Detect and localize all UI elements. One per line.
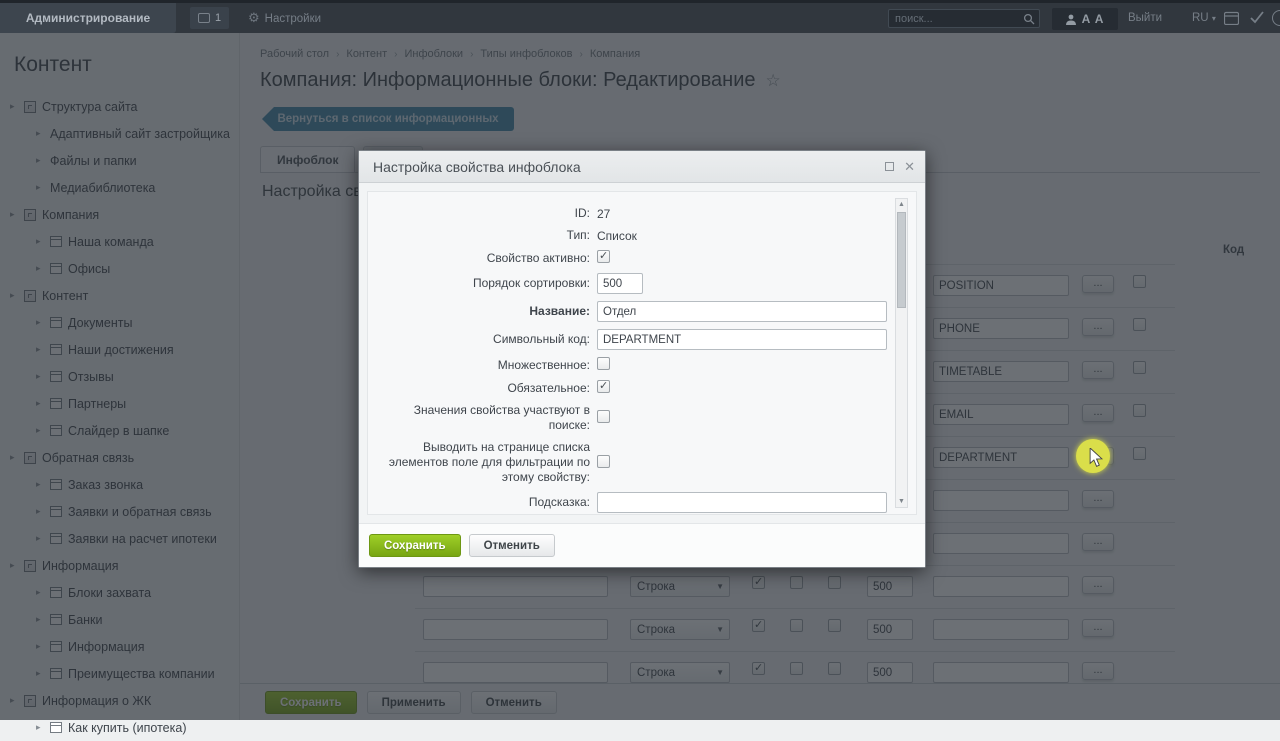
form-row: Порядок сортировки: <box>378 273 882 294</box>
chevron-down-icon: ▾ <box>1211 14 1216 23</box>
tab-administration[interactable]: Администрирование <box>0 3 176 33</box>
mouse-cursor <box>1089 448 1104 467</box>
form-row: Обязательное: <box>378 379 882 396</box>
form-checkbox[interactable] <box>597 249 610 263</box>
maximize-icon[interactable] <box>885 162 895 171</box>
notification-count: 1 <box>215 12 222 24</box>
dialog-title-bar[interactable]: Настройка свойства инфоблока ✕ <box>359 151 925 183</box>
form-checkbox[interactable] <box>597 454 610 468</box>
form-row: Выводить на странице списка элементов по… <box>378 440 882 485</box>
form-row: Подсказка: <box>378 492 887 513</box>
form-row: Тип: Список <box>378 228 882 243</box>
user-icon <box>1065 14 1076 25</box>
field-label: ID: <box>574 206 590 220</box>
form-checkbox[interactable] <box>597 410 610 423</box>
settings-button[interactable]: ⚙ Настройки <box>248 3 321 33</box>
dialog-form: ID: 27 Тип: Список Свойство активно: Порядок … <box>367 191 917 515</box>
field-value: 27 <box>597 206 611 221</box>
field-label: Символьный код: <box>493 332 590 346</box>
notifications-badge[interactable]: 1 <box>190 7 230 29</box>
dialog-save-button[interactable]: Сохранить <box>369 534 461 557</box>
logout-button[interactable]: Выйти <box>1128 3 1162 33</box>
search-box <box>888 9 1040 28</box>
field-label: Название: <box>529 304 590 318</box>
form-text-input[interactable] <box>597 329 887 350</box>
field-label: Множественное: <box>497 357 590 372</box>
notification-icon <box>198 13 210 23</box>
search-icon[interactable] <box>1023 13 1035 25</box>
infoblock-icon <box>50 722 62 733</box>
calendar-icon[interactable] <box>1224 11 1239 25</box>
close-icon[interactable]: ✕ <box>904 160 915 173</box>
form-row: ID: 27 <box>378 206 882 221</box>
form-row: Символьный код: <box>378 329 887 350</box>
form-row: Название: <box>378 301 887 322</box>
field-label: Порядок сортировки: <box>472 276 590 290</box>
gear-icon: ⚙ <box>248 10 260 25</box>
form-checkbox[interactable] <box>597 357 610 370</box>
field-label: Свойство активно: <box>486 250 590 265</box>
field-label: Значения свойства участвуют в поиске: <box>413 403 590 432</box>
property-settings-dialog: Настройка свойства инфоблока ✕ ID: 27 Тип:… <box>358 150 926 568</box>
form-text-input[interactable] <box>597 273 643 294</box>
check-icon[interactable] <box>1250 11 1264 24</box>
form-row: Множественное: <box>378 357 882 373</box>
form-checkbox[interactable] <box>597 379 610 393</box>
language-selector[interactable]: RU ▾ <box>1192 3 1216 33</box>
scroll-up-icon[interactable]: ▲ <box>896 201 907 208</box>
form-row: Свойство активно: <box>378 249 882 266</box>
form-text-input[interactable] <box>597 301 887 322</box>
field-label: Обязательное: <box>507 380 590 395</box>
form-row: Значения свойства участвуют в поиске: <box>378 403 882 433</box>
expand-arrow-icon[interactable]: ▸ <box>36 722 44 733</box>
sidebar-item-label: Как купить (ипотека) <box>68 720 187 735</box>
field-label: Подсказка: <box>528 495 590 509</box>
search-input[interactable] <box>895 12 1023 25</box>
form-text-input[interactable] <box>597 492 887 513</box>
scrollbar-thumb[interactable] <box>897 212 906 308</box>
dialog-scrollbar[interactable]: ▲ ▼ <box>895 198 908 508</box>
field-value: Список <box>597 228 637 243</box>
field-label: Выводить на странице списка элементов по… <box>388 440 590 484</box>
font-size-control[interactable]: A A <box>1052 8 1118 30</box>
field-label: Тип: <box>566 228 590 242</box>
dialog-title: Настройка свойства инфоблока <box>373 158 581 175</box>
top-bar: Администрирование 1 ⚙Настройки A A Выйти… <box>0 0 1280 33</box>
dialog-cancel-button[interactable]: Отменить <box>468 534 555 557</box>
dialog-footer: Сохранить Отменить <box>359 523 925 567</box>
font-size-label: A A <box>1081 12 1105 26</box>
help-icon[interactable] <box>1272 10 1280 26</box>
scroll-down-icon[interactable]: ▼ <box>896 498 907 505</box>
